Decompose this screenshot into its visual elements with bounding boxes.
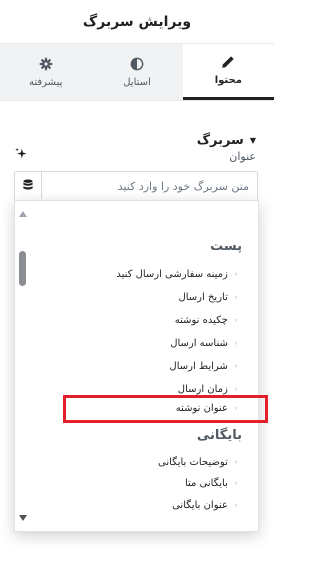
option-archive-meta[interactable]: ◦ بایگانی متا [185, 478, 238, 489]
option-label: شناسه ارسال [170, 338, 228, 349]
tab-content[interactable]: محتوا [182, 44, 274, 100]
scroll-thumb[interactable] [19, 251, 26, 286]
title-input[interactable]: متن سربرگ خود را وارد کنید [14, 171, 258, 203]
option-post-time[interactable]: ◦ زمان ارسال [178, 384, 238, 395]
ai-sparkle-icon[interactable] [14, 147, 28, 161]
bullet-icon: ◦ [233, 316, 238, 325]
bullet-icon: ◦ [233, 385, 238, 394]
option-label: توضیحات بایگانی [158, 457, 228, 468]
bullet-icon: ◦ [233, 479, 238, 488]
scroll-up-icon[interactable] [19, 211, 27, 217]
caret-down-icon: ▼ [249, 136, 256, 145]
pencil-icon [222, 56, 235, 68]
option-label: تاریخ ارسال [178, 292, 228, 303]
bullet-icon: ◦ [233, 501, 238, 510]
option-archive-title[interactable]: ◦ عنوان بایگانی [172, 500, 238, 511]
title-field-label: عنوان [229, 150, 256, 163]
gear-icon [39, 57, 52, 70]
option-post-date[interactable]: ◦ تاریخ ارسال [178, 292, 238, 303]
tabs-bar: محتوا استایل پیشرفته [0, 44, 274, 101]
dynamic-tags-button[interactable] [14, 171, 42, 199]
tab-advanced[interactable]: پیشرفته [0, 44, 92, 100]
group-label-post: پست [210, 239, 242, 254]
bullet-icon: ◦ [233, 293, 238, 302]
option-label: شرایط ارسال [169, 361, 228, 372]
bullet-icon: ◦ [233, 458, 238, 467]
tab-label: محتوا [214, 75, 242, 86]
option-label: زمان ارسال [177, 384, 228, 395]
option-post-excerpt[interactable]: ◦ چکیده نوشته [175, 315, 238, 326]
panel-header: ویرایش سربرگ [0, 0, 274, 44]
option-label: بایگانی متا [184, 478, 228, 489]
title-input-placeholder: متن سربرگ خود را وارد کنید [117, 180, 249, 193]
bullet-icon: ◦ [233, 339, 238, 348]
section-title: سربرگ [196, 133, 244, 148]
database-icon [22, 179, 33, 190]
contrast-icon [130, 57, 144, 70]
tab-style[interactable]: استایل [91, 44, 183, 100]
bullet-icon: ◦ [233, 362, 238, 371]
bullet-icon: ◦ [233, 270, 238, 279]
option-post-id[interactable]: ◦ شناسه ارسال [170, 338, 238, 349]
section-toggle[interactable]: ▼ سربرگ [197, 133, 256, 148]
tab-label: استایل [123, 76, 151, 88]
option-label: عنوان بایگانی [172, 500, 228, 511]
option-archive-description[interactable]: ◦ توضیحات بایگانی [158, 457, 238, 468]
group-label-archive: بایگانی [196, 428, 242, 443]
option-label: چکیده نوشته [174, 315, 228, 326]
dynamic-tags-dropdown[interactable]: پست ◦ زمینه سفارشی ارسال کنید ◦ تاریخ ار… [14, 200, 259, 532]
option-custom-field[interactable]: ◦ زمینه سفارشی ارسال کنید [116, 269, 238, 280]
tab-label: پیشرفته [28, 76, 63, 88]
scroll-down-icon[interactable] [19, 515, 27, 521]
panel-title: ویرایش سربرگ [82, 13, 192, 30]
option-label: زمینه سفارشی ارسال کنید [116, 269, 228, 280]
highlight-box [63, 395, 268, 423]
option-post-terms[interactable]: ◦ شرایط ارسال [169, 361, 238, 372]
scrollbar[interactable] [15, 201, 31, 531]
